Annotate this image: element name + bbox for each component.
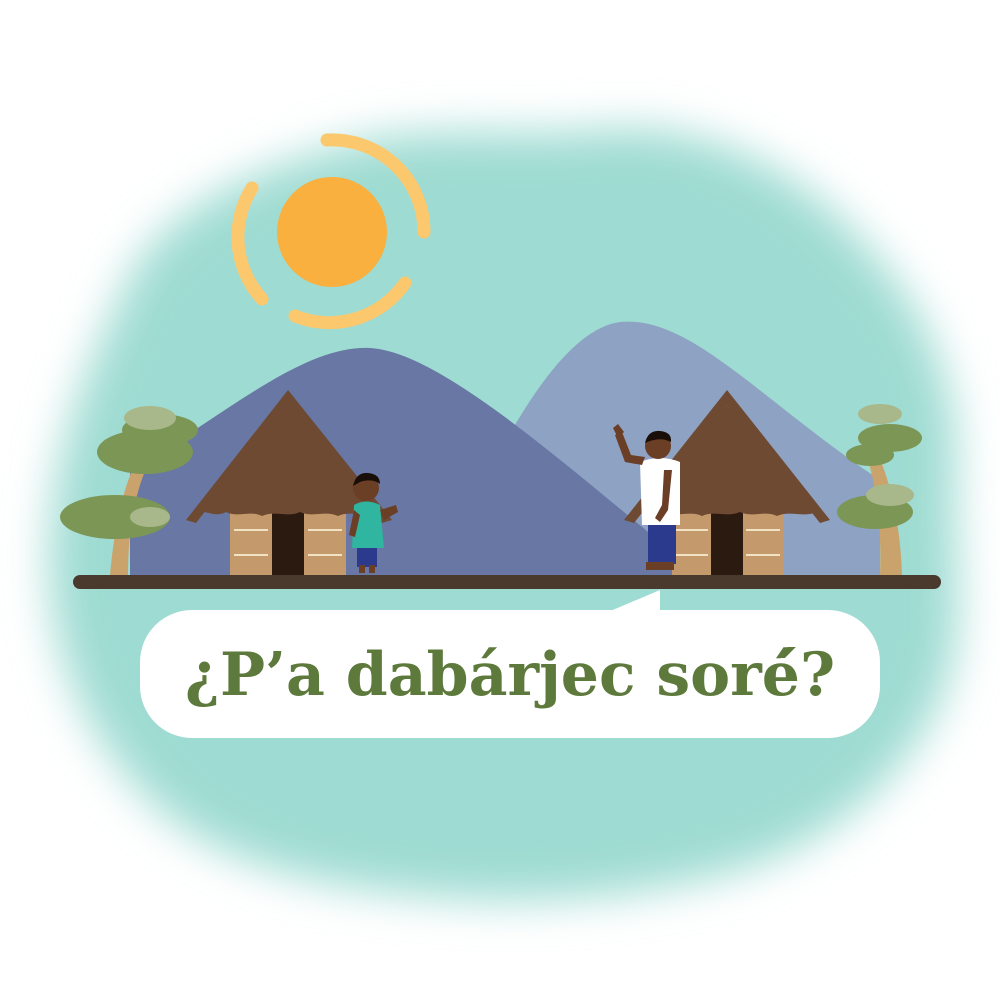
boy-leg bbox=[369, 565, 375, 573]
man-foot bbox=[646, 562, 674, 570]
tree-foliage bbox=[858, 424, 922, 452]
man-pants bbox=[648, 520, 676, 564]
speech-bubble-caption: ¿P’a dabárjec soré́? bbox=[185, 640, 835, 710]
tree-foliage bbox=[866, 484, 914, 506]
boy-leg bbox=[359, 565, 365, 573]
tree-foliage bbox=[124, 406, 176, 430]
sun-core bbox=[277, 177, 387, 287]
illustration-scene: ¿P’a dabárjec soré́? bbox=[49, 128, 958, 900]
tree-foliage bbox=[858, 404, 902, 424]
speech-bubble: ¿P’a dabárjec soré́? bbox=[140, 590, 880, 738]
tree-foliage bbox=[130, 507, 170, 527]
